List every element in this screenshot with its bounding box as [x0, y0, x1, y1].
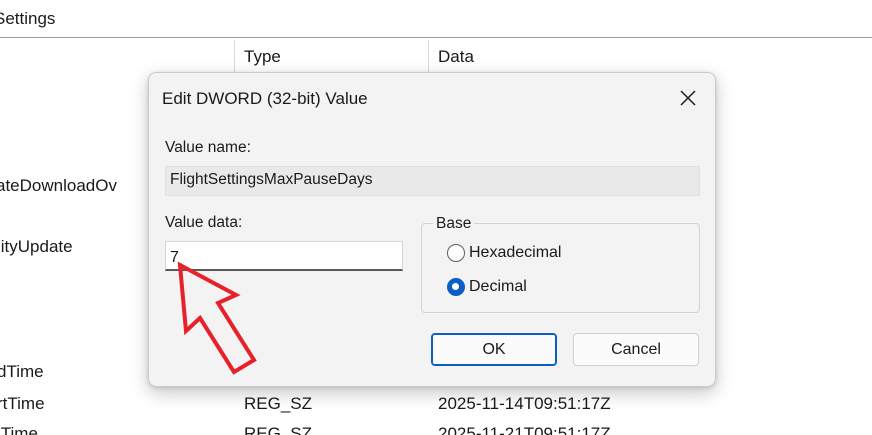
ok-button[interactable]: OK	[431, 333, 557, 366]
dialog-title: Edit DWORD (32-bit) Value	[162, 89, 368, 108]
value-name-cell[interactable]: ateDownloadOv	[0, 176, 144, 196]
radio-checked-icon	[447, 278, 465, 296]
column-separator[interactable]	[428, 40, 429, 74]
value-data-label: Value data:	[165, 214, 243, 231]
close-icon	[680, 90, 696, 106]
value-name-cell[interactable]: dTime	[0, 362, 144, 382]
value-name-label: Value name:	[165, 139, 251, 156]
value-name-cell[interactable]: lityUpdate	[0, 237, 144, 257]
radio-decimal[interactable]: Decimal	[447, 278, 527, 296]
column-header-type[interactable]: Type	[244, 47, 281, 67]
value-data-input[interactable]	[165, 241, 403, 271]
registry-path: Settings	[0, 9, 56, 28]
column-header-data[interactable]: Data	[438, 47, 474, 67]
radio-unchecked-icon	[447, 244, 465, 262]
cancel-button[interactable]: Cancel	[573, 333, 699, 366]
base-label: Base	[433, 215, 475, 233]
radio-decimal-label: Decimal	[469, 278, 527, 295]
radio-hexadecimal[interactable]: Hexadecimal	[447, 244, 561, 262]
radio-hexadecimal-label: Hexadecimal	[469, 244, 562, 261]
path-divider	[0, 37, 872, 38]
base-groupbox	[421, 223, 700, 313]
close-button[interactable]	[675, 85, 701, 111]
column-separator[interactable]	[234, 40, 235, 74]
registry-editor-window: Settings Type Data ateDownloadOv lityUpd…	[0, 0, 872, 435]
value-name-cell[interactable]: lTime	[0, 424, 144, 435]
value-type-cell[interactable]: REG_SZ	[244, 394, 312, 414]
value-type-cell[interactable]: REG_SZ	[244, 424, 312, 435]
value-data-cell[interactable]: 2025-11-21T09:51:17Z	[438, 424, 611, 435]
value-name-cell[interactable]: rtTime	[0, 394, 144, 414]
edit-dword-dialog: Edit DWORD (32-bit) Value Value name: Fl…	[148, 72, 716, 387]
value-name-field: FlightSettingsMaxPauseDays	[165, 166, 700, 196]
value-data-cell[interactable]: 2025-11-14T09:51:17Z	[438, 394, 611, 414]
